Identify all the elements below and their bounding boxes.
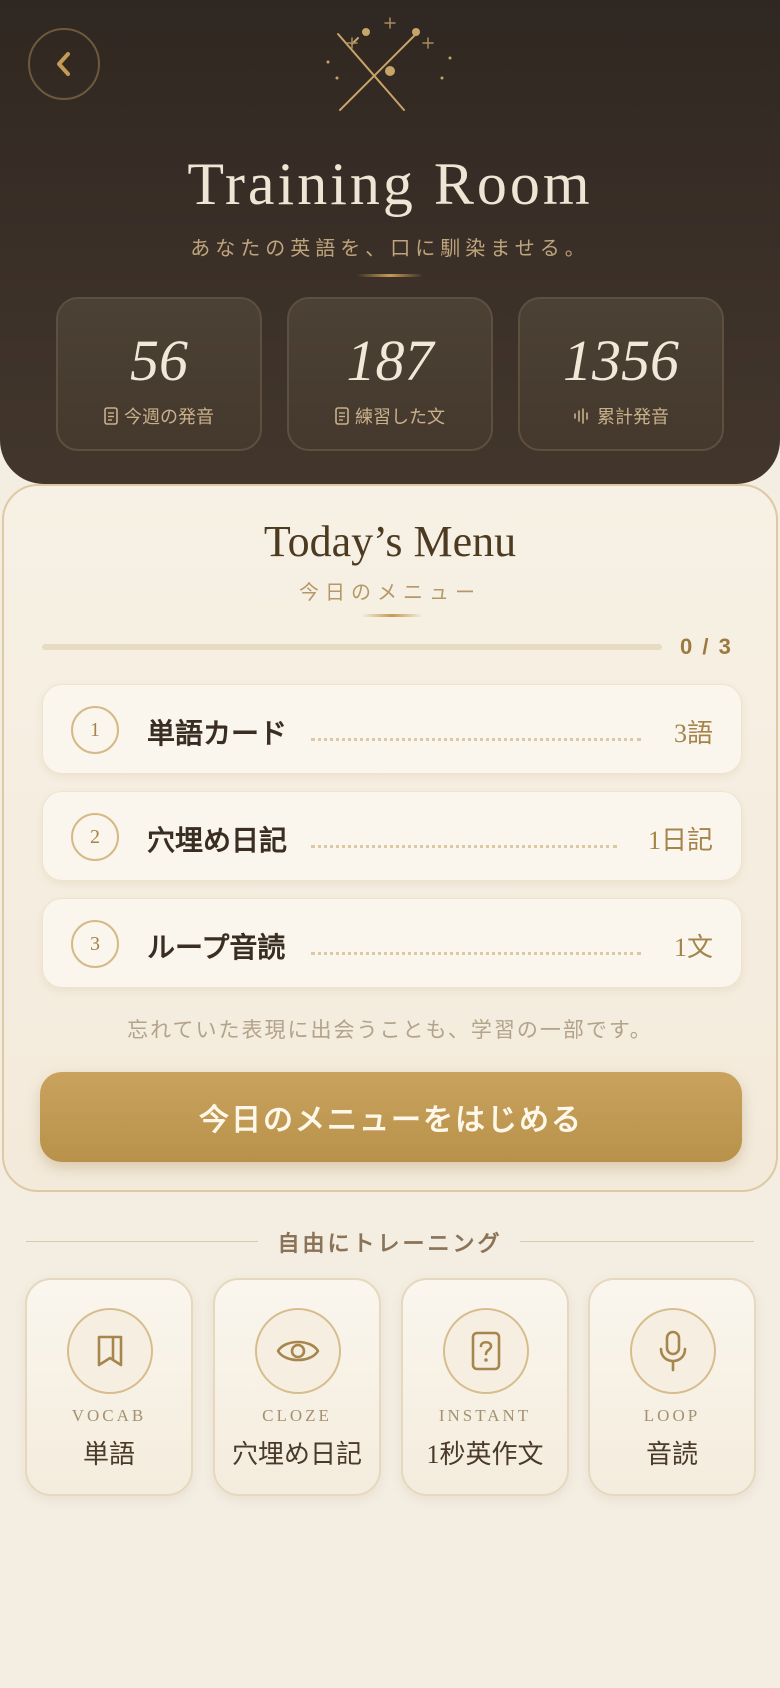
tile-english-label: CLOZE: [262, 1406, 332, 1425]
back-button[interactable]: [28, 28, 100, 100]
header: Training Room あなたの英語を、口に馴染ませる。 56 今週の発音 …: [0, 0, 780, 484]
menu-item-cloze-diary[interactable]: 2 穴埋め日記 1日記: [42, 791, 742, 881]
menu-item-number: 1: [71, 706, 119, 754]
free-training-header: 自由にトレーニング: [0, 1222, 780, 1262]
free-training-title: 自由にトレーニング: [277, 1231, 503, 1256]
dotted-leader: [311, 952, 641, 955]
document-icon: [335, 407, 349, 425]
menu-progress-bar: [42, 644, 662, 650]
tile-vocab[interactable]: VOCAB 単語: [25, 1278, 193, 1496]
menu-hint: 忘れていた表現に出会うことも、学習の一部です。: [127, 1018, 653, 1042]
menu-divider: [361, 614, 423, 617]
stat-weekly-pronunciations: 56 今週の発音: [56, 297, 262, 451]
menu-item-vocab-cards[interactable]: 1 単語カード 3語: [42, 684, 742, 774]
tile-japanese-label: 単語: [82, 1440, 135, 1469]
tile-instant[interactable]: INSTANT 1秒英作文: [401, 1278, 569, 1496]
stat-label: 今週の発音: [124, 407, 214, 427]
menu-subtitle: 今日のメニュー: [299, 582, 481, 604]
stat-practiced-sentences: 187 練習した文: [287, 297, 493, 451]
menu-item-number: 2: [71, 813, 119, 861]
stat-value: 1356: [563, 328, 679, 393]
tile-loop[interactable]: LOOP 音読: [588, 1278, 756, 1496]
menu-progress-text: 0 / 3: [680, 634, 733, 659]
dotted-leader: [311, 738, 641, 741]
eye-icon: [276, 1340, 320, 1362]
dotted-leader: [311, 845, 617, 848]
menu-item-count: 1日記: [647, 826, 713, 855]
question-card-icon: [471, 1331, 501, 1371]
menu-item-count: 1文: [673, 933, 713, 962]
microphone-icon: [659, 1330, 687, 1372]
tile-english-label: INSTANT: [438, 1406, 532, 1425]
stat-value: 56: [130, 328, 188, 393]
stat-label: 練習した文: [355, 407, 445, 427]
menu-item-name: 穴埋め日記: [147, 826, 288, 857]
page-subtitle: あなたの英語を、口に馴染ませる。: [190, 238, 590, 260]
todays-menu-card: Today’s Menu 今日のメニュー 0 / 3 1 単語カード 3語 2 …: [2, 484, 778, 1192]
document-icon: [104, 407, 118, 425]
waveform-icon: [574, 408, 588, 424]
menu-item-number: 3: [71, 920, 119, 968]
page-title: Training Room: [187, 151, 593, 217]
menu-item-name: 単語カード: [147, 719, 288, 750]
tile-japanese-label: 1秒英作文: [426, 1440, 544, 1469]
chevron-left-icon: [57, 52, 70, 76]
title-divider: [357, 274, 423, 277]
menu-item-count: 3語: [673, 719, 713, 748]
menu-item-loop-reading[interactable]: 3 ループ音読 1文: [42, 898, 742, 988]
menu-item-name: ループ音読: [147, 933, 286, 964]
tile-japanese-label: 音読: [645, 1440, 698, 1469]
stat-label: 累計発音: [597, 407, 669, 427]
book-icon: [97, 1335, 123, 1367]
menu-title: Today’s Menu: [263, 517, 517, 566]
tile-english-label: VOCAB: [71, 1406, 147, 1425]
crossed-wands-icon: [326, 17, 452, 111]
stat-total-pronunciations: 1356 累計発音: [518, 297, 724, 451]
tile-japanese-label: 穴埋め日記: [231, 1440, 362, 1469]
tile-english-label: LOOP: [643, 1406, 701, 1425]
stat-value: 187: [346, 328, 434, 393]
start-menu-button[interactable]: 今日のメニューをはじめる: [40, 1072, 742, 1162]
tile-cloze[interactable]: CLOZE 穴埋め日記: [213, 1278, 381, 1496]
